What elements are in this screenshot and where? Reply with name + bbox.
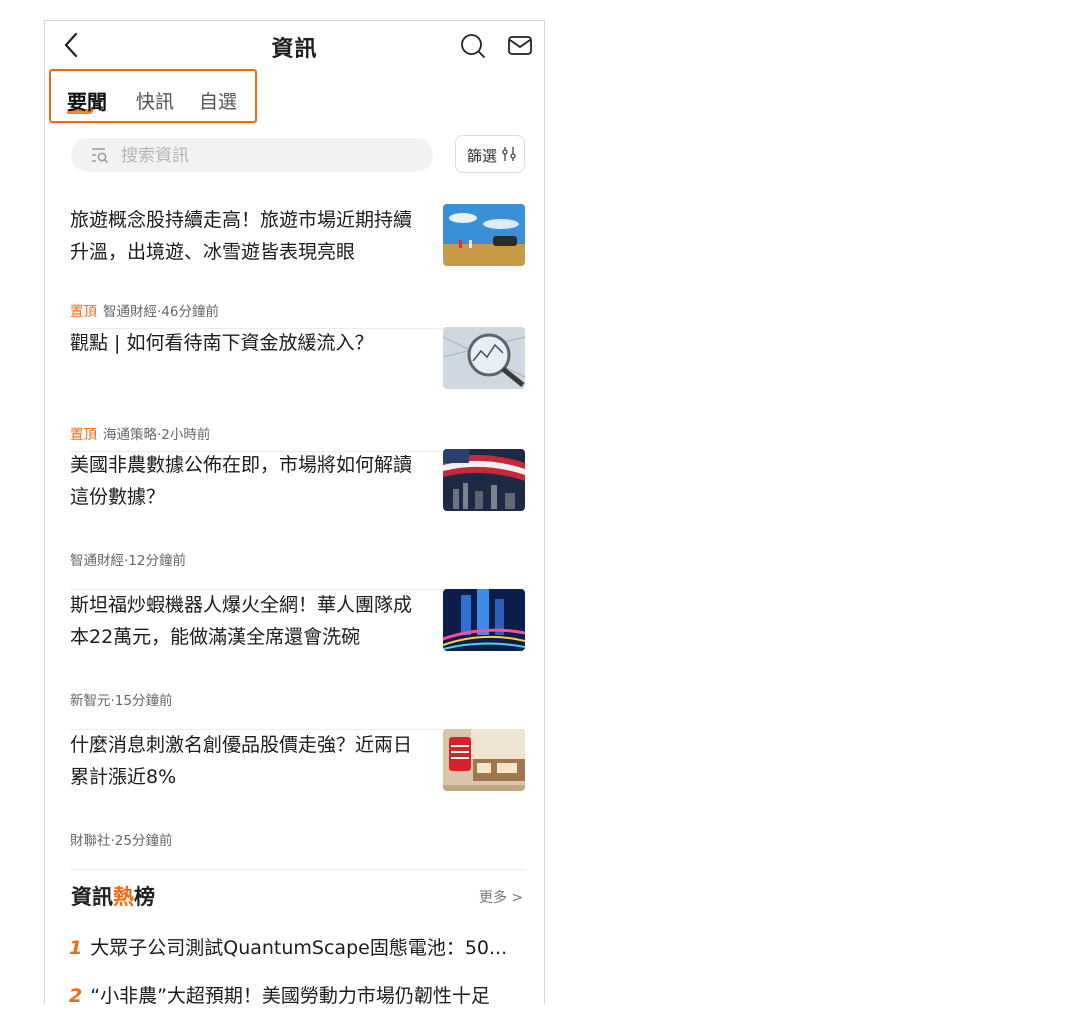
news-headline[interactable]: 什麼消息刺激名創優品股價走強？近兩日累計漲近8% — [70, 729, 420, 793]
sliders-icon — [502, 147, 516, 161]
hot-title-part: 榜 — [134, 885, 155, 909]
search-icon[interactable] — [460, 33, 486, 59]
search-input[interactable] — [119, 138, 423, 174]
news-headline[interactable]: 斯坦福炒蝦機器人爆火全網！華人團隊成本22萬元，能做滿漢全席還會洗碗 — [70, 589, 420, 653]
miniso-store-photo — [443, 729, 525, 791]
hot-list-title: 資訊熱榜 — [71, 881, 155, 911]
city-night-photo — [443, 589, 525, 651]
hot-title-part: 資訊 — [71, 885, 113, 909]
news-item[interactable]: 什麼消息刺激名創優品股價走強？近兩日累計漲近8% 財聯社·25分鐘前 — [70, 729, 525, 870]
news-tabs: 要聞 快訊 自選 — [49, 69, 257, 123]
hot-list-item[interactable]: 1 大眾子公司測試QuantumScape固態電池：50... — [69, 933, 529, 960]
news-meta: 智通財經·12分鐘前 — [70, 549, 186, 569]
us-flag-skyline-photo — [443, 449, 525, 511]
tab-headlines[interactable]: 要聞 — [67, 86, 107, 115]
mail-icon[interactable] — [507, 34, 533, 58]
news-source-time: 智通財經·12分鐘前 — [70, 553, 186, 569]
divider — [70, 869, 525, 870]
news-headline[interactable]: 旅遊概念股持續走高！旅遊市場近期持續升溫，出境遊、冰雪遊皆表現亮眼 — [70, 204, 420, 268]
news-item[interactable]: 斯坦福炒蝦機器人爆火全網！華人團隊成本22萬元，能做滿漢全席還會洗碗 新智元·1… — [70, 589, 525, 730]
magnifier-chart-photo — [443, 327, 525, 389]
hot-rank: 1 — [69, 937, 83, 959]
news-item[interactable]: 旅遊概念股持續走高！旅遊市場近期持續升溫，出境遊、冰雪遊皆表現亮眼 置頂 智通財經… — [70, 204, 525, 329]
filter-label: 篩選 — [467, 147, 498, 165]
news-meta: 置頂 海通策略·2小時前 — [70, 423, 210, 443]
search-bar[interactable] — [71, 138, 433, 174]
news-source-time: 海通策略·2小時前 — [103, 427, 211, 443]
hot-rank: 2 — [69, 985, 83, 1004]
news-headline[interactable]: 觀點 | 如何看待南下資金放緩流入？ — [70, 327, 420, 359]
tab-watchlist[interactable]: 自選 — [199, 87, 237, 114]
hot-list-item[interactable]: 2 “小非農”大超預期！美國勞動力市場仍韌性十足 — [69, 981, 529, 1004]
tab-flash[interactable]: 快訊 — [136, 87, 174, 114]
pinned-badge: 置頂 — [70, 427, 97, 443]
news-source-time: 財聯社·25分鐘前 — [70, 833, 173, 849]
top-bar: 資訊 — [45, 21, 544, 71]
hot-title-accent: 熱 — [113, 885, 134, 909]
news-source-time: 智通財經·46分鐘前 — [103, 304, 219, 320]
filter-button[interactable]: 篩選 — [455, 135, 525, 173]
hot-item-text: 大眾子公司測試QuantumScape固態電池：50... — [90, 937, 508, 959]
news-item[interactable]: 美國非農數據公佈在即，市場將如何解讀這份數據？ 智通財經·12分鐘前 — [70, 449, 525, 590]
more-link[interactable]: 更多 > — [479, 887, 523, 907]
news-item[interactable]: 觀點 | 如何看待南下資金放緩流入？ 置頂 海通策略·2小時前 — [70, 327, 525, 452]
news-headline[interactable]: 美國非農數據公佈在即，市場將如何解讀這份數據？ — [70, 449, 420, 513]
news-source-time: 新智元·15分鐘前 — [70, 693, 173, 709]
news-meta: 財聯社·25分鐘前 — [70, 829, 172, 849]
pinned-badge: 置頂 — [70, 304, 97, 320]
hot-item-text: “小非農”大超預期！美國勞動力市場仍韌性十足 — [90, 985, 490, 1004]
news-meta: 新智元·15分鐘前 — [70, 689, 172, 709]
travel-photo — [443, 204, 525, 266]
phone-screen: 資訊 要聞 快訊 自選 篩選 — [44, 20, 545, 1004]
search-list-icon — [92, 148, 109, 164]
news-meta: 置頂 智通財經·46分鐘前 — [70, 300, 219, 320]
